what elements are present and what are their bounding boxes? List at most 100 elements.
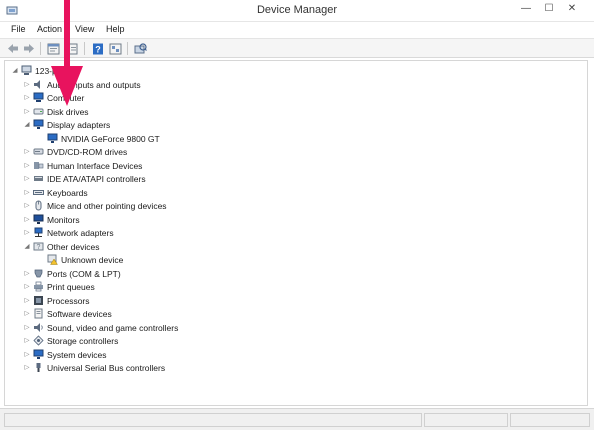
sound-icon (34, 322, 43, 332)
tree-node[interactable]: ▷ Disk drives (23, 106, 323, 118)
expand-icon[interactable]: ▷ (23, 349, 31, 361)
tree-node-label: Network adapters (47, 228, 114, 238)
expand-icon[interactable]: ▷ (23, 160, 31, 172)
dvd-drive-icon (33, 148, 44, 155)
tree-node[interactable]: ▷ Software devices (23, 308, 323, 320)
tree-node[interactable]: ▷ Sound, video and game controllers (23, 322, 323, 334)
tree-node[interactable]: ◢ ? Other devices (23, 241, 323, 253)
tree-node-child[interactable]: Unknown device (37, 254, 337, 266)
title-bar: Device Manager — ☐ ✕ (0, 0, 594, 22)
tree-node[interactable]: ▷ Print queues (23, 281, 323, 293)
tree-node-label: Ports (COM & LPT) (47, 268, 121, 279)
tree-node[interactable]: ▷ Storage controllers (23, 335, 323, 347)
scan-hardware-button[interactable] (133, 42, 147, 55)
expand-icon[interactable]: ▷ (23, 295, 31, 307)
maximize-button[interactable]: ☐ (539, 2, 559, 16)
monitor-icon (33, 214, 44, 224)
tree-node[interactable]: ▷ Monitors (23, 214, 323, 226)
forward-arrow-icon (24, 44, 34, 53)
toolbar-separator (84, 42, 85, 55)
tree-node-label: Universal Serial Bus controllers (47, 363, 166, 373)
expand-icon[interactable]: ▷ (23, 308, 31, 320)
tree-node-label: Sound, video and game controllers (47, 322, 179, 333)
monitor-icon (33, 119, 44, 129)
expand-icon[interactable]: ▷ (23, 187, 31, 199)
hid-icon (34, 161, 44, 169)
expand-icon[interactable]: ▷ (23, 335, 31, 347)
expand-icon[interactable]: ▷ (23, 214, 31, 226)
tree-node[interactable]: ▷ Universal Serial Bus controllers (23, 362, 323, 374)
tree-node[interactable]: ▷ Audio inputs and outputs (23, 79, 323, 91)
menu-view[interactable]: View (75, 24, 94, 34)
toolbar: ? (0, 38, 594, 58)
tree-node-label: Storage controllers (47, 336, 119, 346)
expand-icon[interactable]: ▷ (23, 281, 31, 293)
tree-node[interactable]: ▷ Keyboards (23, 187, 323, 199)
expand-icon[interactable]: ▷ (23, 268, 31, 280)
tree-node-label: Monitors (47, 214, 80, 225)
tree-node-label: Unknown device (61, 255, 124, 265)
expand-icon[interactable]: ▷ (23, 227, 31, 239)
back-arrow-icon (8, 44, 18, 53)
minimize-button[interactable]: — (516, 2, 536, 16)
back-button[interactable] (6, 42, 20, 55)
printer-icon (34, 281, 43, 292)
expand-icon[interactable]: ▷ (23, 322, 31, 334)
tree-node-label: System devices (47, 349, 107, 360)
expand-icon[interactable]: ▷ (23, 173, 31, 185)
tree-node-label: Software devices (47, 309, 112, 319)
tree-node[interactable]: ▷ Processors (23, 295, 323, 307)
tree-node[interactable]: ▷ Human Interface Devices (23, 160, 323, 172)
device-view-button[interactable] (108, 42, 122, 55)
expand-icon[interactable]: ▷ (23, 92, 31, 104)
expand-icon[interactable]: ▷ (23, 146, 31, 158)
tree-root-label: 123-p (35, 66, 57, 76)
menu-file[interactable]: File (11, 24, 26, 34)
port-icon (34, 269, 43, 277)
tree-node[interactable]: ▷ Mice and other pointing devices (23, 200, 323, 212)
forward-button[interactable] (22, 42, 36, 55)
system-device-icon (33, 349, 44, 359)
scan-hardware-icon (134, 42, 147, 53)
expand-icon[interactable]: ▷ (23, 362, 31, 374)
tree-node[interactable]: ▷ System devices (23, 349, 323, 361)
help-button[interactable]: ? (91, 42, 105, 55)
tree-node-label: Print queues (47, 282, 95, 292)
tree-node[interactable]: ▷ Computer (23, 92, 323, 104)
collapse-icon[interactable]: ◢ (11, 65, 19, 77)
expand-icon[interactable]: ▷ (23, 79, 31, 91)
tree-node[interactable]: ▷ Ports (COM & LPT) (23, 268, 323, 280)
usb-icon (36, 363, 41, 372)
tree-node[interactable]: ▷ IDE ATA/ATAPI controllers (23, 173, 323, 185)
tree-node[interactable]: ▷ DVD/CD-ROM drives (23, 146, 323, 158)
tree-node-label: NVIDIA GeForce 9800 GT (61, 133, 160, 144)
tree-node-label: Other devices (47, 241, 100, 252)
network-adapter-icon (34, 227, 43, 237)
collapse-icon[interactable]: ◢ (23, 241, 31, 253)
window-title: Device Manager (256, 4, 338, 16)
collapse-icon[interactable]: ◢ (23, 119, 31, 131)
properties-button[interactable] (46, 42, 60, 55)
menu-action[interactable]: Action (37, 24, 62, 34)
tree-node-child[interactable]: NVIDIA GeForce 9800 GT (37, 133, 337, 145)
tree-node-label: Computer (47, 93, 85, 103)
ide-controller-icon (34, 176, 43, 181)
menu-bar: File Action View Help (0, 22, 594, 38)
device-tree[interactable]: ◢ 123-p ▷ Audio inputs and outputs ▷ Com… (4, 60, 588, 406)
processor-icon (34, 295, 43, 305)
status-pane-tertiary (510, 413, 590, 427)
tree-node[interactable]: ▷ Network adapters (23, 227, 323, 239)
expand-icon[interactable]: ▷ (23, 106, 31, 118)
tree-node-label: Display adapters (47, 120, 111, 130)
tree-node-label: Keyboards (47, 187, 88, 198)
show-hide-button[interactable] (64, 42, 78, 55)
toolbar-separator (40, 42, 41, 55)
menu-help[interactable]: Help (106, 24, 125, 34)
expand-icon[interactable]: ▷ (23, 200, 31, 212)
tree-node[interactable]: ◢ Display adapters (23, 119, 323, 131)
close-button[interactable]: ✕ (562, 2, 582, 16)
tree-node-label: Audio inputs and outputs (47, 79, 141, 90)
status-pane-main (4, 413, 422, 427)
tree-root[interactable]: ◢ 123-p (11, 65, 211, 77)
speaker-icon (34, 79, 40, 89)
